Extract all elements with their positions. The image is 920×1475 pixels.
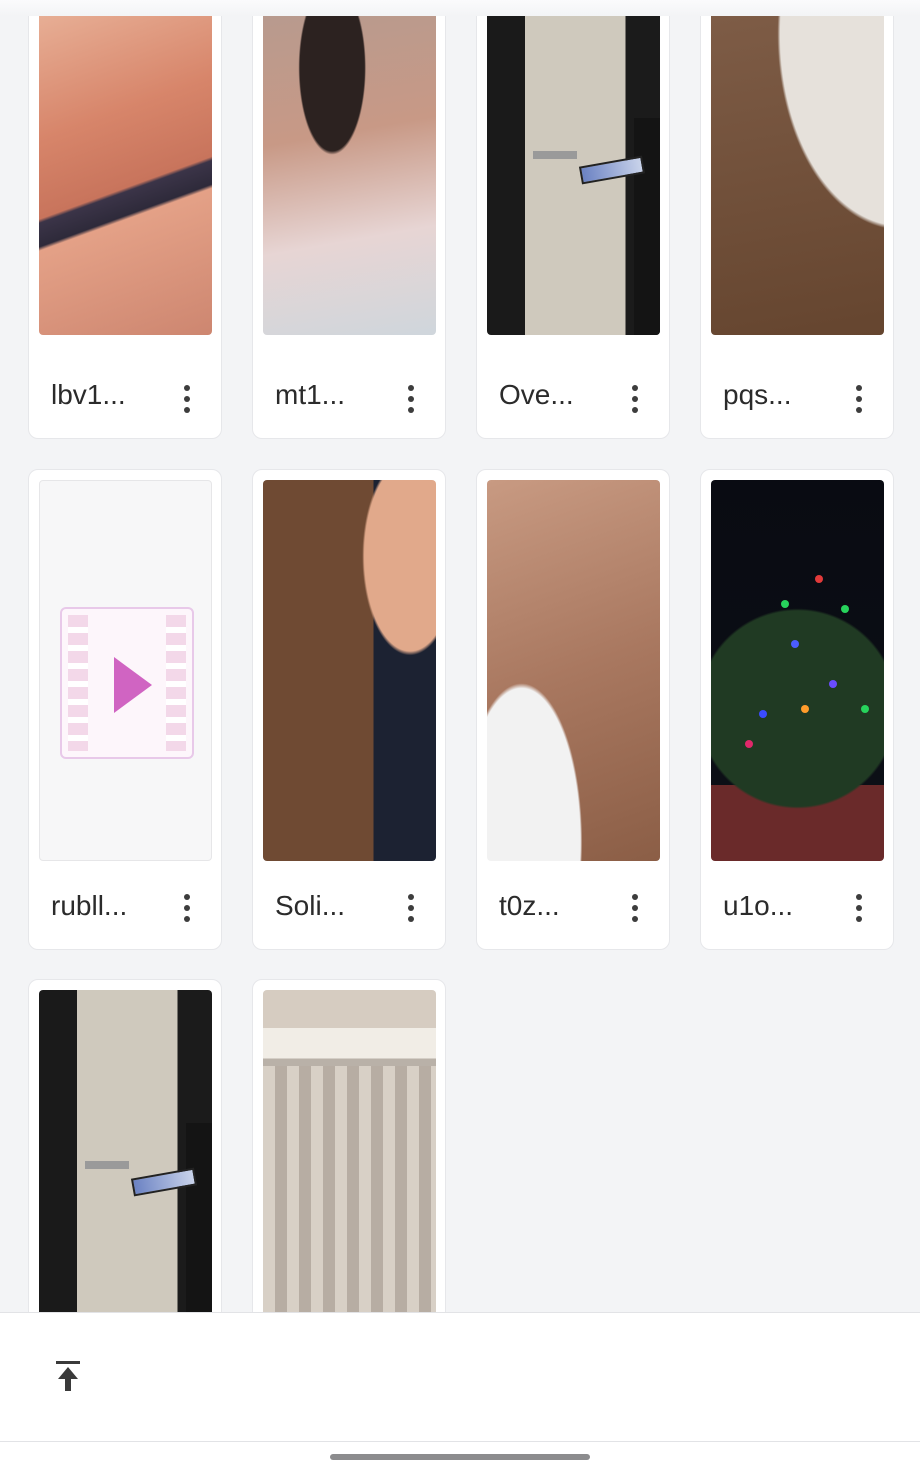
video-title: Ove...: [499, 379, 574, 410]
video-file-icon: [60, 607, 194, 759]
more-options-icon[interactable]: [175, 381, 199, 417]
video-title: Soli...: [275, 890, 346, 921]
video-title: rubll...: [51, 890, 128, 921]
light-dot: [841, 605, 849, 613]
more-options-icon[interactable]: [847, 890, 871, 926]
light-dot: [759, 710, 767, 718]
video-thumbnail[interactable]: [711, 480, 884, 861]
video-thumbnail[interactable]: [263, 1, 436, 335]
video-thumbnail[interactable]: [487, 480, 660, 861]
video-card[interactable]: [252, 979, 446, 1312]
video-grid[interactable]: lbv1... mt1... Ove... pqs... rubll... So…: [0, 0, 920, 1312]
video-card[interactable]: lbv1...: [28, 0, 222, 439]
video-thumbnail[interactable]: [39, 480, 212, 861]
video-card[interactable]: t0z...: [476, 469, 670, 950]
video-thumbnail[interactable]: [263, 990, 436, 1312]
video-thumbnail[interactable]: [487, 1, 660, 335]
video-thumbnail[interactable]: [39, 990, 212, 1312]
person-shape: [186, 1123, 212, 1312]
more-options-icon[interactable]: [623, 381, 647, 417]
light-dot: [861, 705, 869, 713]
light-dot: [801, 705, 809, 713]
video-card[interactable]: pqs...: [700, 0, 894, 439]
light-dot: [791, 640, 799, 648]
play-icon: [114, 657, 152, 713]
door-handle-shape: [85, 1161, 129, 1170]
bottom-toolbar: [0, 1312, 920, 1442]
more-options-icon[interactable]: [399, 890, 423, 926]
vertical-align-top-icon: [56, 1361, 80, 1391]
video-title: t0z...: [499, 890, 560, 921]
light-dot: [829, 680, 837, 688]
light-dot: [815, 575, 823, 583]
video-thumbnail[interactable]: [39, 1, 212, 335]
video-title: mt1...: [275, 379, 346, 410]
light-dot: [781, 600, 789, 608]
more-options-icon[interactable]: [175, 890, 199, 926]
video-card[interactable]: [28, 979, 222, 1312]
scroll-to-top-button[interactable]: [48, 1353, 88, 1397]
video-title: lbv1...: [51, 379, 126, 410]
light-dot: [745, 740, 753, 748]
gesture-handle[interactable]: [330, 1454, 590, 1460]
video-card[interactable]: rubll...: [28, 469, 222, 950]
video-title: u1o...: [723, 890, 794, 921]
gallery-page: lbv1... mt1... Ove... pqs... rubll... So…: [0, 0, 920, 1475]
more-options-icon[interactable]: [847, 381, 871, 417]
system-navigation-bar: [0, 1442, 920, 1475]
video-card[interactable]: u1o...: [700, 469, 894, 950]
video-title: pqs...: [723, 379, 792, 410]
video-card[interactable]: mt1...: [252, 0, 446, 439]
more-options-icon[interactable]: [623, 890, 647, 926]
door-handle-shape: [533, 151, 577, 160]
curtain-shape: [263, 1066, 436, 1312]
person-shape: [634, 117, 660, 335]
video-card[interactable]: Soli...: [252, 469, 446, 950]
top-fade: [0, 0, 920, 16]
video-card[interactable]: Ove...: [476, 0, 670, 439]
more-options-icon[interactable]: [399, 381, 423, 417]
video-thumbnail[interactable]: [711, 1, 884, 335]
video-thumbnail[interactable]: [263, 480, 436, 861]
